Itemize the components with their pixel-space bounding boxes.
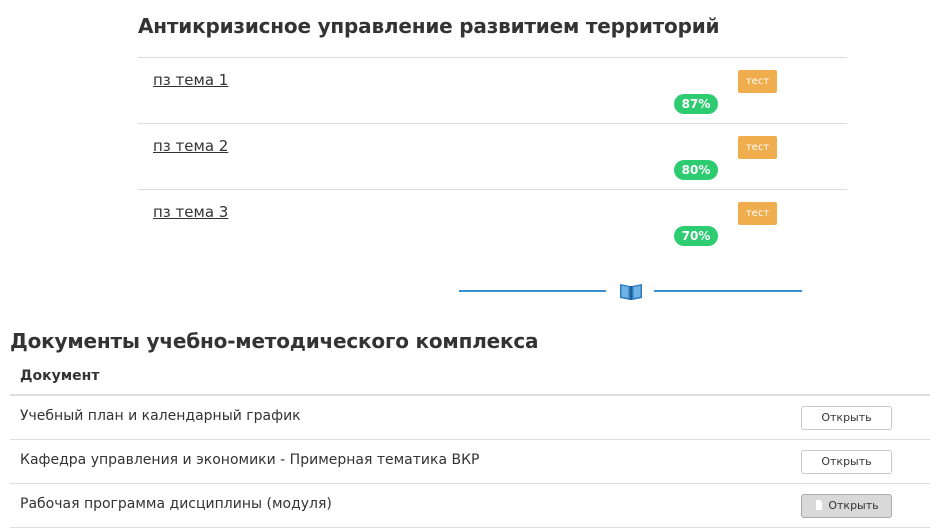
divider-line-left: [459, 290, 606, 292]
open-button-label: Открыть: [821, 455, 872, 468]
documents-table: Документ Учебный план и календарный граф…: [10, 360, 930, 528]
document-name: Кафедра управления и экономики - Примерн…: [20, 452, 480, 468]
score-badge: 70%: [674, 226, 718, 246]
documents-title: Документы учебно-методического комплекса: [10, 329, 539, 353]
open-button-label: Открыть: [828, 499, 879, 512]
open-button[interactable]: Открыть: [801, 450, 892, 474]
open-button[interactable]: Открыть: [801, 494, 892, 518]
table-row: Рабочая программа дисциплины (модуля) От…: [10, 484, 930, 528]
topic-link-2[interactable]: пз тема 2: [153, 137, 228, 155]
open-book-icon: [620, 284, 642, 300]
document-name: Учебный план и календарный график: [20, 408, 301, 424]
table-row: Учебный план и календарный график Открыт…: [10, 396, 930, 440]
divider-line-right: [654, 290, 802, 292]
table-row: Кафедра управления и экономики - Примерн…: [10, 440, 930, 484]
topic-link-3[interactable]: пз тема 3: [153, 203, 228, 221]
score-badge: 80%: [674, 160, 718, 180]
document-name: Рабочая программа дисциплины (модуля): [20, 496, 332, 512]
course-title: Антикризисное управление развитием терри…: [138, 14, 720, 38]
topic-list: пз тема 1 тест 87% пз тема 2 тест 80% пз…: [138, 57, 847, 255]
test-badge[interactable]: тест: [738, 136, 777, 159]
column-header-document: Документ: [10, 360, 930, 396]
topic-row: пз тема 3 тест 70%: [138, 190, 847, 255]
open-button[interactable]: Открыть: [801, 406, 892, 430]
score-badge: 87%: [674, 94, 718, 114]
topic-row: пз тема 1 тест 87%: [138, 58, 847, 124]
test-badge[interactable]: тест: [738, 70, 777, 93]
topic-row: пз тема 2 тест 80%: [138, 124, 847, 190]
test-badge[interactable]: тест: [738, 202, 777, 225]
section-divider: [459, 280, 802, 302]
topic-link-1[interactable]: пз тема 1: [153, 71, 228, 89]
open-button-label: Открыть: [821, 411, 872, 424]
document-icon: [816, 500, 823, 510]
